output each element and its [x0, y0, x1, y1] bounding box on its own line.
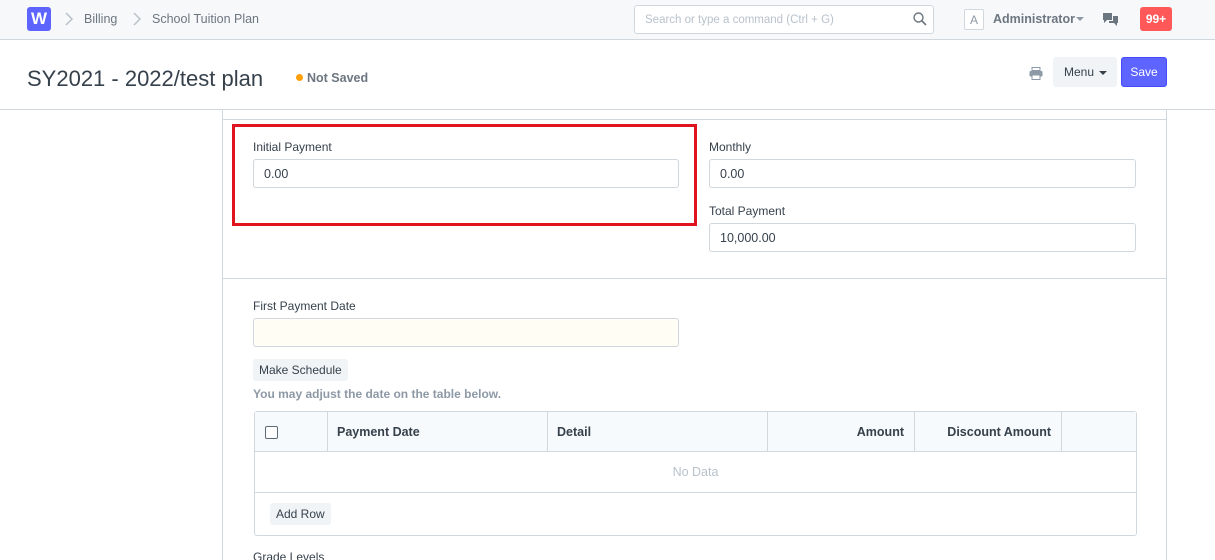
grade-levels-label: Grade Levels [253, 550, 325, 560]
chevron-down-icon [1099, 71, 1107, 75]
column-header-detail[interactable]: Detail [548, 412, 768, 452]
status-badge: Not Saved [307, 71, 369, 85]
section-divider [223, 278, 1166, 279]
monthly-field[interactable] [709, 159, 1136, 188]
payment-schedule-table: Payment Date Detail Amount Discount Amou… [254, 411, 1137, 536]
print-icon[interactable] [1029, 67, 1043, 80]
make-schedule-button[interactable]: Make Schedule [253, 359, 348, 381]
highlight-box [232, 124, 697, 226]
total-payment-label: Total Payment [709, 204, 786, 218]
add-row-button[interactable]: Add Row [270, 503, 331, 525]
menu-button-label: Menu [1064, 65, 1095, 79]
column-header-amount[interactable]: Amount [768, 412, 915, 452]
breadcrumb-billing[interactable]: Billing [84, 12, 117, 26]
chevron-down-icon[interactable] [1076, 17, 1084, 21]
navbar: W Billing School Tuition Plan A Administ… [0, 0, 1215, 40]
table-header: Payment Date Detail Amount Discount Amou… [255, 412, 1136, 452]
page-title: SY2021 - 2022/test plan [27, 66, 264, 91]
status-indicator-icon [296, 74, 303, 81]
avatar[interactable]: A [964, 9, 984, 30]
chevron-right-icon [65, 12, 74, 26]
select-all-checkbox[interactable] [265, 426, 278, 439]
search-icon[interactable] [913, 12, 927, 26]
breadcrumb-school-tuition-plan[interactable]: School Tuition Plan [152, 12, 259, 26]
first-payment-date-label: First Payment Date [253, 299, 356, 313]
search-input[interactable] [634, 5, 934, 34]
select-all-cell [255, 412, 328, 452]
save-button[interactable]: Save [1121, 57, 1167, 87]
first-payment-date-field[interactable] [253, 318, 679, 347]
page-head: SY2021 - 2022/test plan Not Saved Menu S… [0, 40, 1215, 110]
app-logo[interactable]: W [27, 7, 51, 31]
section-divider [223, 119, 1166, 120]
schedule-help-text: You may adjust the date on the table bel… [253, 387, 502, 401]
menu-button[interactable]: Menu [1053, 57, 1117, 87]
user-menu[interactable]: Administrator [993, 12, 1075, 26]
empty-table-message: No Data [255, 452, 1136, 493]
table-footer: Add Row [255, 493, 1136, 535]
monthly-label: Monthly [709, 140, 752, 154]
column-header-payment-date[interactable]: Payment Date [328, 412, 548, 452]
chevron-right-icon [133, 12, 142, 26]
notification-badge[interactable]: 99+ [1140, 7, 1172, 31]
chat-icon[interactable] [1102, 12, 1119, 28]
column-header-discount-amount[interactable]: Discount Amount [915, 412, 1062, 452]
total-payment-field[interactable] [709, 223, 1136, 252]
form-card: Initial Payment Monthly Total Payment Fi… [222, 110, 1167, 560]
